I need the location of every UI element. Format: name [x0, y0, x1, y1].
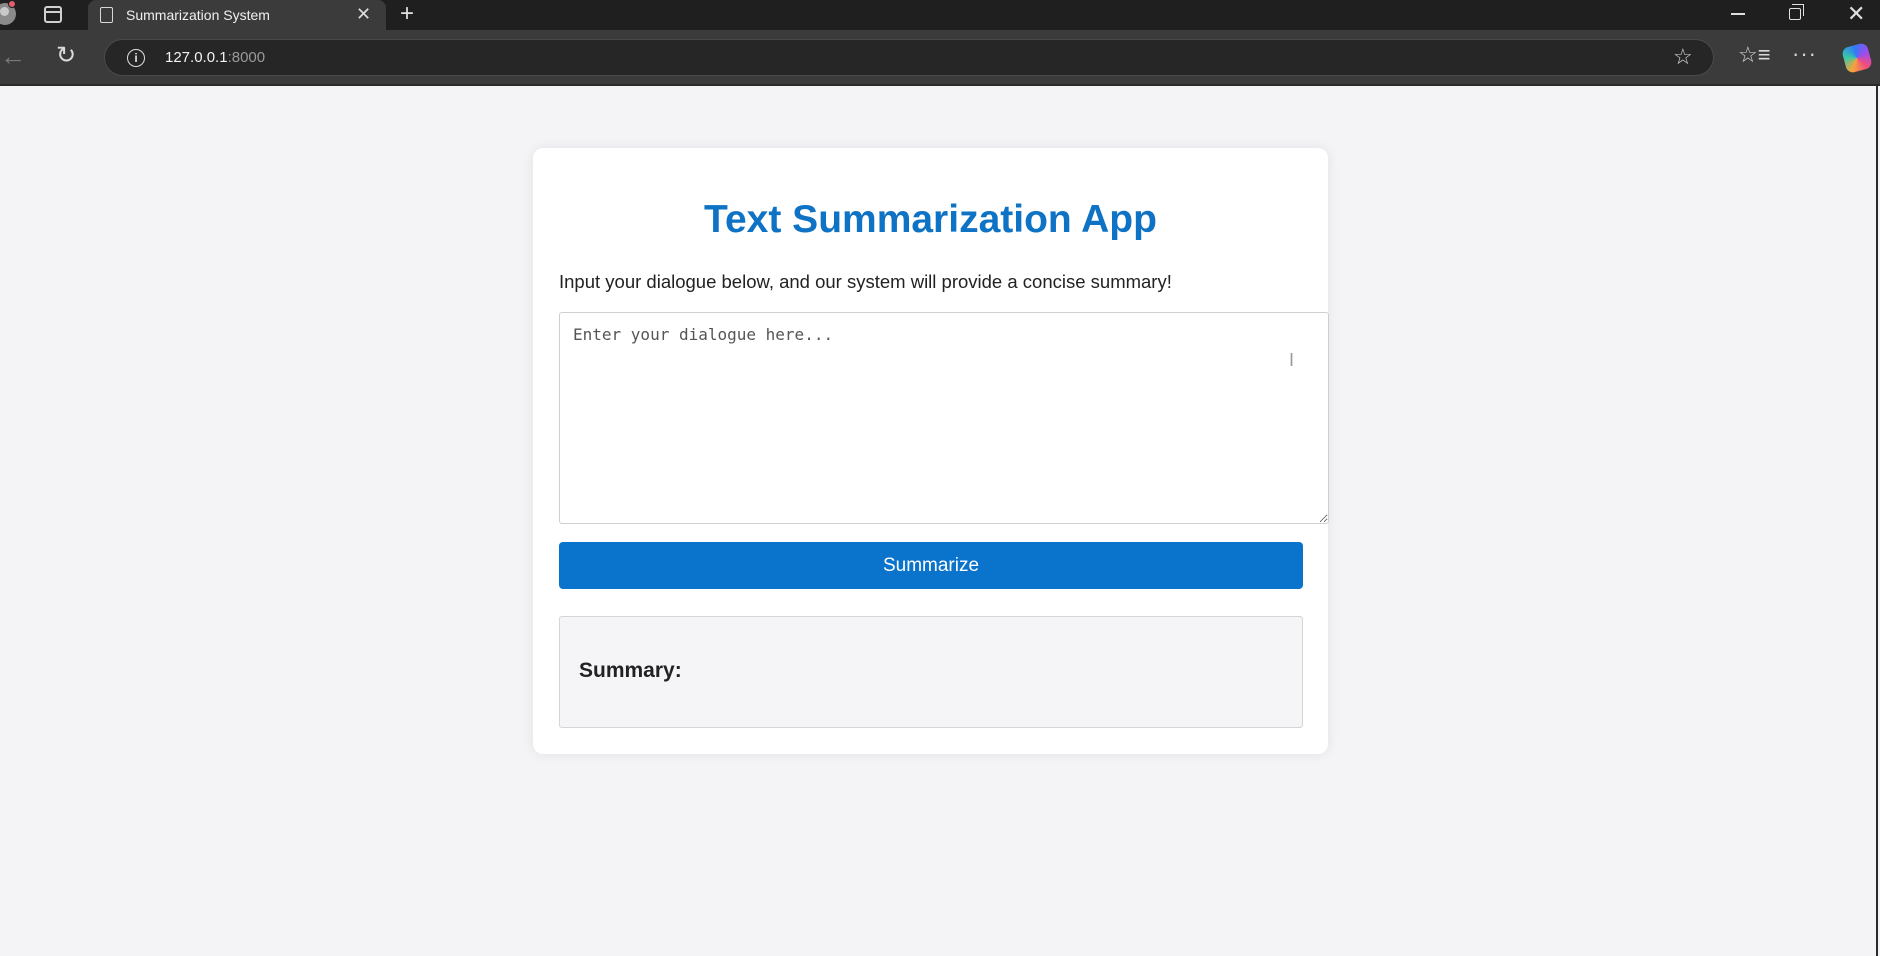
browser-titlebar: Summarization System ✕ + ✕ — [0, 0, 1880, 30]
text-cursor-icon: I — [1289, 350, 1295, 370]
summarize-button[interactable]: Summarize — [559, 542, 1303, 589]
reload-icon[interactable]: ↻ — [56, 42, 76, 70]
address-bar[interactable]: i 127.0.0.1:8000 ☆ — [104, 39, 1714, 76]
browser-navbar: ← ↻ i 127.0.0.1:8000 ☆ ☆≡ ··· — [0, 30, 1880, 84]
page-viewport: Text Summarization App Input your dialog… — [0, 86, 1878, 956]
url-host: 127.0.0.1 — [165, 49, 228, 66]
info-icon[interactable]: i — [127, 49, 145, 67]
intro-text: Input your dialogue below, and our syste… — [559, 271, 1172, 292]
back-icon[interactable]: ← — [0, 42, 26, 70]
maximize-icon[interactable] — [1789, 4, 1804, 20]
more-icon[interactable]: ··· — [1792, 42, 1817, 66]
url-text[interactable]: 127.0.0.1:8000 — [165, 49, 265, 66]
dialogue-input[interactable] — [559, 312, 1329, 524]
window-close-icon[interactable]: ✕ — [1847, 2, 1865, 26]
page-icon — [100, 7, 113, 23]
tab-actions-icon[interactable] — [44, 6, 62, 23]
summary-heading: Summary: — [579, 659, 682, 682]
app-card: Text Summarization App Input your dialog… — [533, 148, 1329, 754]
minimize-icon[interactable] — [1731, 13, 1745, 15]
star-icon[interactable]: ☆ — [1673, 45, 1693, 69]
tab-close-icon[interactable]: ✕ — [356, 4, 371, 24]
notification-dot — [8, 0, 16, 8]
new-tab-icon[interactable]: + — [400, 1, 414, 27]
tab-title: Summarization System — [126, 7, 270, 23]
summary-panel: Summary: — [559, 616, 1303, 728]
browser-tab[interactable]: Summarization System ✕ — [88, 0, 386, 30]
copilot-icon[interactable] — [1841, 42, 1873, 74]
favorites-icon[interactable]: ☆≡ — [1738, 43, 1771, 67]
url-port: :8000 — [227, 49, 266, 66]
page-title: Text Summarization App — [704, 198, 1157, 241]
